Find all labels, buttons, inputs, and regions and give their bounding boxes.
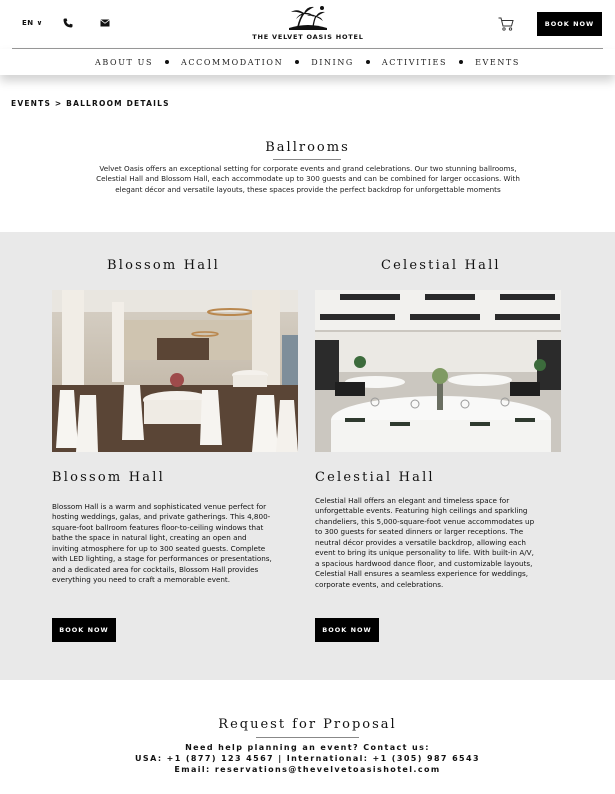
- language-label: EN: [22, 19, 34, 27]
- top-bar: EN ∨ THE VELVET OASIS HOTEL BOOK NOW: [0, 0, 615, 48]
- cart-icon[interactable]: [498, 16, 514, 31]
- blossom-hall-title: Blossom Hall: [52, 470, 165, 485]
- celestial-hall-description: Celestial Hall offers an elegant and tim…: [315, 496, 535, 589]
- celestial-hall-heading: Celestial Hall: [381, 258, 501, 273]
- blossom-hall-photo: [52, 290, 298, 452]
- chevron-down-icon: ∨: [36, 19, 43, 27]
- nav-accommodation[interactable]: ACCOMMODATION: [181, 58, 283, 67]
- main-nav: ABOUT US ACCOMMODATION DINING ACTIVITIES…: [0, 49, 615, 75]
- nav-separator: [365, 60, 370, 64]
- nav-activities[interactable]: ACTIVITIES: [382, 58, 447, 67]
- nav-about-us[interactable]: ABOUT US: [95, 58, 153, 67]
- celestial-hall-title: Celestial Hall: [315, 470, 435, 485]
- blossom-book-now-button[interactable]: BOOK NOW: [52, 618, 116, 642]
- proposal-phone-numbers[interactable]: USA: +1 (877) 123 4567 | International: …: [0, 754, 615, 763]
- breadcrumb-current: BALLROOM DETAILS: [66, 99, 170, 108]
- palm-tree-logo: [289, 6, 327, 30]
- book-now-button[interactable]: BOOK NOW: [537, 12, 602, 36]
- nav-events[interactable]: EVENTS: [475, 58, 520, 67]
- proposal-help-text: Need help planning an event? Contact us:: [185, 743, 430, 752]
- phone-icon[interactable]: [62, 17, 74, 29]
- nav-separator: [295, 60, 300, 64]
- blossom-hall-heading: Blossom Hall: [107, 258, 220, 273]
- proposal-title: Request for Proposal: [218, 717, 397, 732]
- breadcrumb-events[interactable]: EVENTS: [11, 99, 51, 108]
- celestial-book-now-button[interactable]: BOOK NOW: [315, 618, 379, 642]
- breadcrumb: EVENTS > BALLROOM DETAILS: [11, 99, 170, 108]
- proposal-email[interactable]: Email: reservations@thevelvetoasishotel.…: [0, 765, 615, 774]
- nav-separator: [165, 60, 170, 64]
- nav-separator: [459, 60, 464, 64]
- mail-icon[interactable]: [99, 17, 111, 29]
- celestial-hall-photo: [315, 290, 561, 452]
- breadcrumb-separator: >: [54, 99, 63, 108]
- language-selector[interactable]: EN ∨: [22, 19, 43, 27]
- logo-text: THE VELVET OASIS HOTEL: [252, 33, 364, 41]
- page-title: Ballrooms: [265, 140, 350, 155]
- intro-text: Velvet Oasis offers an exceptional setti…: [96, 164, 520, 194]
- proposal-underline: [256, 737, 359, 738]
- title-underline: [273, 159, 341, 160]
- blossom-hall-description: Blossom Hall is a warm and sophisticated…: [52, 502, 272, 585]
- nav-dining[interactable]: DINING: [311, 58, 354, 67]
- hotel-logo[interactable]: THE VELVET OASIS HOTEL: [248, 4, 368, 44]
